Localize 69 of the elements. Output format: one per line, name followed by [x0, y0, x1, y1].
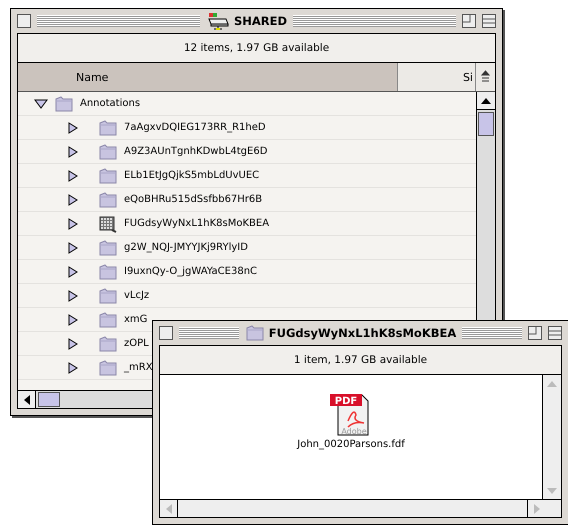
folder-icon — [98, 120, 118, 136]
folder-icon — [98, 240, 118, 256]
item-name: ELb1EtJgQjkS5mbLdUvUEC — [124, 170, 260, 181]
shared-drive-icon — [206, 11, 230, 31]
folder-icon — [98, 336, 118, 352]
item-name: Annotations — [80, 98, 140, 109]
title-bar-stripes[interactable] — [179, 327, 239, 339]
collapsed-triangle-icon[interactable] — [66, 218, 80, 230]
collapsed-triangle-icon[interactable] — [66, 290, 80, 302]
item-name: zOPL — [124, 338, 149, 349]
window-title: SHARED — [234, 14, 288, 28]
up-arrow-icon[interactable] — [481, 98, 491, 104]
item-name: A9Z3AUnTgnhKDwbL4tgE6D — [124, 146, 268, 157]
folder-icon — [98, 312, 118, 328]
folder-icon — [98, 288, 118, 304]
title-bar-stripes[interactable] — [462, 327, 522, 339]
left-arrow-icon[interactable] — [24, 394, 30, 404]
window-title: FUGdsyWyNxL1hK8sMoKBEA — [268, 326, 456, 340]
collapsed-triangle-icon[interactable] — [66, 362, 80, 374]
file-name[interactable]: John_0020Parsons.fdf — [297, 439, 405, 450]
list-row[interactable]: eQoBHRu515dSsfbb67Hr6B — [18, 188, 476, 212]
collapsed-triangle-icon[interactable] — [66, 242, 80, 254]
close-box[interactable] — [17, 14, 31, 28]
title-bar-stripes[interactable] — [293, 15, 456, 27]
column-header[interactable]: Si — [398, 63, 476, 91]
item-name: vLcJz — [124, 290, 150, 301]
collapsed-triangle-icon[interactable] — [66, 338, 80, 350]
collapsed-triangle-icon[interactable] — [66, 122, 80, 134]
scroll-thumb[interactable] — [38, 392, 60, 407]
folder-icon — [98, 168, 118, 184]
item-name: 7aAgxvDQIEG173RR_R1heD — [124, 122, 266, 133]
folder-icon — [98, 360, 118, 376]
status-text: 12 items, 1.97 GB available — [184, 42, 330, 54]
folder-icon — [54, 96, 74, 112]
scroll-thumb[interactable] — [478, 112, 494, 136]
item-name: eQoBHRu515dSsfbb67Hr6B — [124, 194, 262, 205]
sort-order-icon[interactable] — [476, 63, 495, 91]
list-row[interactable]: vLcJz — [18, 284, 476, 308]
title-bar-stripes[interactable] — [37, 15, 200, 27]
status-text: 1 item, 1.97 GB available — [294, 354, 428, 366]
folder-icon — [244, 325, 265, 341]
expanded-triangle-icon[interactable] — [34, 98, 48, 110]
list-row[interactable]: Annotations — [18, 92, 476, 116]
list-row[interactable]: ELb1EtJgQjkS5mbLdUvUEC — [18, 164, 476, 188]
collapsed-triangle-icon[interactable] — [66, 194, 80, 206]
folder-icon — [98, 192, 118, 208]
close-box[interactable] — [159, 326, 173, 340]
collapsed-triangle-icon[interactable] — [66, 314, 80, 326]
collapsed-triangle-icon[interactable] — [66, 266, 80, 278]
list-row[interactable]: I9uxnQy-O_jgWAYaCE38nC — [18, 260, 476, 284]
zoom-box-icon[interactable] — [462, 14, 476, 28]
list-row[interactable]: FUGdsyWyNxL1hK8sMoKBEA — [18, 212, 476, 236]
collapse-box-icon[interactable] — [548, 326, 562, 340]
item-name: I9uxnQy-O_jgWAYaCE38nC — [124, 266, 258, 277]
zoom-box-icon[interactable] — [528, 326, 542, 340]
collapsed-triangle-icon[interactable] — [66, 146, 80, 158]
collapsed-triangle-icon[interactable] — [66, 170, 80, 182]
collapse-box-icon[interactable] — [482, 14, 496, 28]
list-row[interactable]: g2W_NQJ-JMYYJKj9RYlyID — [18, 236, 476, 260]
item-name: g2W_NQJ-JMYYJKj9RYlyID — [124, 242, 248, 253]
folder-icon — [98, 264, 118, 280]
folder-icon — [98, 144, 118, 160]
item-name: _mRX — [124, 362, 153, 373]
item-name: xmG — [124, 314, 148, 325]
column-header[interactable]: Name — [18, 63, 398, 91]
list-row[interactable]: 7aAgxvDQIEG173RR_R1heD — [18, 116, 476, 140]
grid-folder-icon — [98, 214, 118, 232]
list-row[interactable]: A9Z3AUnTgnhKDwbL4tgE6D — [18, 140, 476, 164]
item-name: FUGdsyWyNxL1hK8sMoKBEA — [124, 218, 270, 229]
